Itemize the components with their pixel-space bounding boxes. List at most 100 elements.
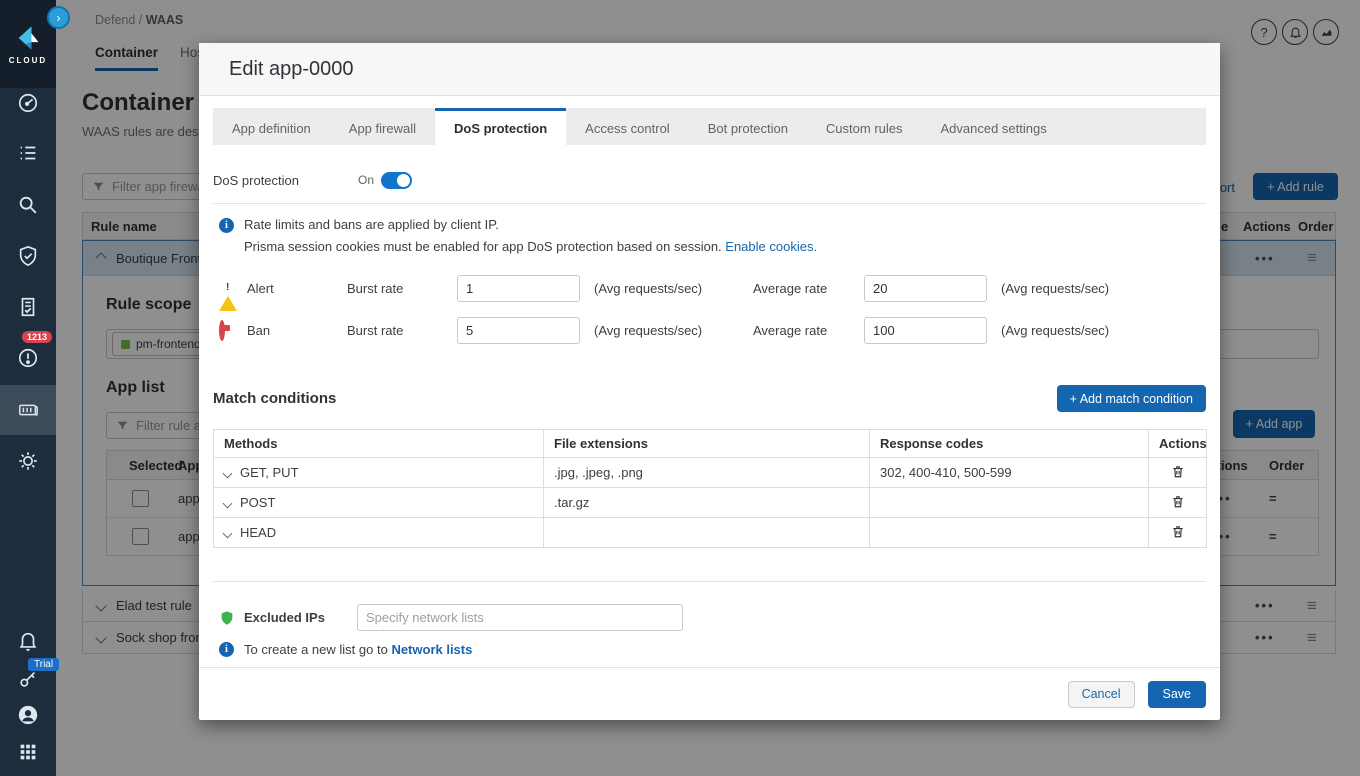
prisma-logo-icon <box>14 24 42 52</box>
match-row: HEAD <box>214 518 1207 548</box>
file-extensions-header: File extensions <box>544 430 870 458</box>
alert-average-rate-input[interactable] <box>864 275 987 302</box>
avg-unit-label: (Avg requests/sec) <box>1001 323 1109 338</box>
apps-grid-icon <box>17 741 39 763</box>
info-banner: i Rate limits and bans are applied by cl… <box>219 217 1206 254</box>
ban-icon <box>219 320 225 341</box>
dos-protection-panel: DoS protection On i Rate limits and bans… <box>199 145 1220 667</box>
info-line-1: Rate limits and bans are applied by clie… <box>244 217 817 232</box>
info-line-2: Prisma session cookies must be enabled f… <box>244 239 817 254</box>
tab-dos-protection[interactable]: DoS protection <box>435 108 566 145</box>
alert-rate-row: Alert Burst rate (Avg requests/sec) Aver… <box>219 275 1206 302</box>
alert-burst-rate-input[interactable] <box>457 275 580 302</box>
response-codes-cell <box>870 488 1149 518</box>
methods-header: Methods <box>214 430 544 458</box>
excluded-ips-row: Excluded IPs <box>219 604 1206 631</box>
sidebar-expand-button[interactable]: › <box>47 6 70 29</box>
burst-unit-label: (Avg requests/sec) <box>594 281 726 296</box>
modal-footer: Cancel Save <box>199 667 1220 720</box>
tab-bot-protection[interactable]: Bot protection <box>689 108 807 145</box>
modal-tab-bar: App definition App firewall DoS protecti… <box>213 108 1206 145</box>
bell-icon <box>17 630 39 652</box>
excluded-ips-label: Excluded IPs <box>244 610 357 625</box>
toggle-state-label: On <box>358 173 374 187</box>
gear-icon <box>17 450 39 472</box>
tab-custom-rules[interactable]: Custom rules <box>807 108 922 145</box>
checklist-icon <box>17 142 39 164</box>
sidebar-item-defend[interactable] <box>0 234 56 278</box>
delete-row-trash-icon[interactable] <box>1171 527 1185 542</box>
shield-check-icon <box>17 245 39 267</box>
info-icon: i <box>219 218 234 233</box>
sidebar-item-compliance[interactable] <box>0 285 56 329</box>
save-button[interactable]: Save <box>1148 681 1207 708</box>
file-extensions-cell: .tar.gz <box>544 488 870 518</box>
container-icon <box>17 399 39 421</box>
match-conditions-header: Match conditions + Add match condition <box>213 385 1206 412</box>
match-conditions-heading: Match conditions <box>213 390 336 407</box>
add-match-condition-button[interactable]: + Add match condition <box>1057 385 1206 412</box>
alert-circle-icon <box>17 347 39 369</box>
sidebar-item-search[interactable] <box>0 183 56 227</box>
dos-protection-label: DoS protection <box>213 173 358 188</box>
edit-app-modal: Edit app-0000 App definition App firewal… <box>199 43 1220 720</box>
dos-protection-toggle[interactable] <box>381 172 412 189</box>
alerts-count-badge: 1213 <box>22 331 52 343</box>
info-icon: i <box>219 642 234 657</box>
average-rate-label: Average rate <box>753 323 864 338</box>
methods-cell: GET, PUT <box>240 465 299 480</box>
sidebar-item-monitor[interactable] <box>0 131 56 175</box>
tab-app-definition[interactable]: App definition <box>213 108 330 145</box>
ban-burst-rate-input[interactable] <box>457 317 580 344</box>
response-codes-cell <box>870 518 1149 548</box>
match-table-header-row: Methods File extensions Response codes A… <box>214 430 1207 458</box>
burst-rate-label: Burst rate <box>347 281 457 296</box>
modal-header: Edit app-0000 <box>199 43 1220 96</box>
avg-unit-label: (Avg requests/sec) <box>1001 281 1109 296</box>
sidebar-item-apps[interactable] <box>0 730 56 774</box>
match-conditions-table: Methods File extensions Response codes A… <box>213 429 1207 548</box>
burst-unit-label: (Avg requests/sec) <box>594 323 726 338</box>
enable-cookies-link[interactable]: Enable cookies. <box>725 239 817 254</box>
tab-app-firewall[interactable]: App firewall <box>330 108 435 145</box>
tab-access-control[interactable]: Access control <box>566 108 689 145</box>
response-codes-header: Response codes <box>870 430 1149 458</box>
tab-advanced-settings[interactable]: Advanced settings <box>922 108 1066 145</box>
delete-row-trash-icon[interactable] <box>1171 497 1185 512</box>
cancel-button[interactable]: Cancel <box>1068 681 1135 708</box>
sidebar: CLOUD 1213 Trial <box>0 0 56 776</box>
alert-label: Alert <box>247 281 347 296</box>
shield-green-icon <box>219 609 235 627</box>
file-extensions-cell <box>544 518 870 548</box>
user-icon <box>17 704 39 726</box>
network-lists-info: To create a new list go to Network lists <box>244 642 472 657</box>
actions-header: Actions <box>1149 430 1207 458</box>
sidebar-item-dashboard[interactable] <box>0 81 56 125</box>
methods-cell: POST <box>240 495 275 510</box>
average-rate-label: Average rate <box>753 281 864 296</box>
response-codes-cell: 302, 400-410, 500-599 <box>870 458 1149 488</box>
excluded-ips-input[interactable] <box>357 604 683 631</box>
ban-rate-row: Ban Burst rate (Avg requests/sec) Averag… <box>219 317 1206 344</box>
match-row: POST .tar.gz <box>214 488 1207 518</box>
delete-row-trash-icon[interactable] <box>1171 467 1185 482</box>
trial-badge: Trial <box>28 658 59 671</box>
warning-icon <box>219 281 237 311</box>
sidebar-item-settings[interactable] <box>0 439 56 483</box>
key-icon <box>17 668 39 690</box>
chevron-right-icon: › <box>57 11 61 25</box>
ban-label: Ban <box>247 323 347 338</box>
modal-title: Edit app-0000 <box>229 58 354 81</box>
search-icon <box>17 194 39 216</box>
match-row: GET, PUT .jpg, .jpeg, .png 302, 400-410,… <box>214 458 1207 488</box>
ban-average-rate-input[interactable] <box>864 317 987 344</box>
report-check-icon <box>17 296 39 318</box>
sidebar-item-containers[interactable] <box>0 385 56 435</box>
network-lists-link[interactable]: Network lists <box>391 642 472 657</box>
network-lists-info-row: i To create a new list go to Network lis… <box>219 642 1206 657</box>
file-extensions-cell: .jpg, .jpeg, .png <box>544 458 870 488</box>
burst-rate-label: Burst rate <box>347 323 457 338</box>
dos-toggle-row: DoS protection On <box>213 170 1206 190</box>
gauge-icon <box>17 92 39 114</box>
methods-cell: HEAD <box>240 525 276 540</box>
